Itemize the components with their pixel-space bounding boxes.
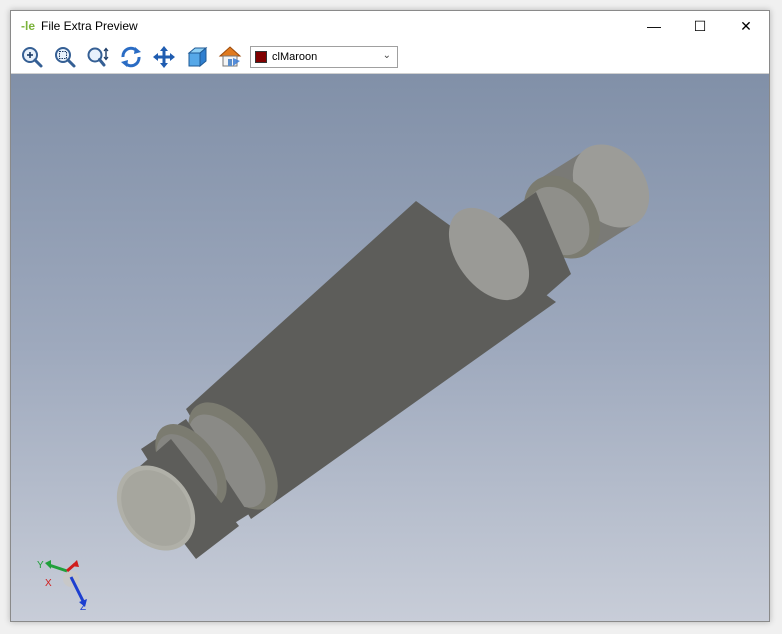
pan-button[interactable] [150,43,178,71]
maximize-button[interactable]: ☐ [677,11,723,41]
zoom-in-icon [22,47,43,68]
window-title: File Extra Preview [41,19,138,33]
close-button[interactable]: ✕ [723,11,769,41]
toolbar: clMaroon ⌄ [11,41,769,74]
view-cube-button[interactable] [183,43,211,71]
z-axis-label: Z [80,602,86,613]
x-axis-label: X [45,578,52,589]
view-cube-icon [187,46,208,68]
title-bar[interactable]: -le File Extra Preview — ☐ ✕ [11,11,769,41]
color-select-value: clMaroon [272,51,318,63]
3d-viewport[interactable]: Y X Z [11,74,769,621]
zoom-window-button[interactable] [51,43,79,71]
preview-window: -le File Extra Preview — ☐ ✕ clMaroon ⌄ … [10,10,770,622]
zoom-in-button[interactable] [18,43,46,71]
zoom-window-icon [55,47,76,68]
window-controls: — ☐ ✕ [631,11,769,41]
color-select[interactable]: clMaroon ⌄ [250,46,398,68]
home-view-button[interactable] [216,43,244,71]
axis-triad: Y X Z [37,560,87,613]
shaft-body [186,201,556,519]
shaft-model: Y X Z [37,144,650,613]
zoom-fit-button[interactable] [84,43,112,71]
rotate-button[interactable] [117,43,145,71]
app-icon: -le [20,19,35,33]
minimize-button[interactable]: — [631,11,677,41]
y-axis-label: Y [37,560,44,571]
home-view-icon [218,46,242,67]
zoom-fit-icon [87,47,109,67]
color-swatch [255,51,267,63]
rotate-icon [121,46,141,68]
pan-icon [153,46,175,68]
chevron-down-icon: ⌄ [382,50,391,61]
y-axis [48,563,68,573]
